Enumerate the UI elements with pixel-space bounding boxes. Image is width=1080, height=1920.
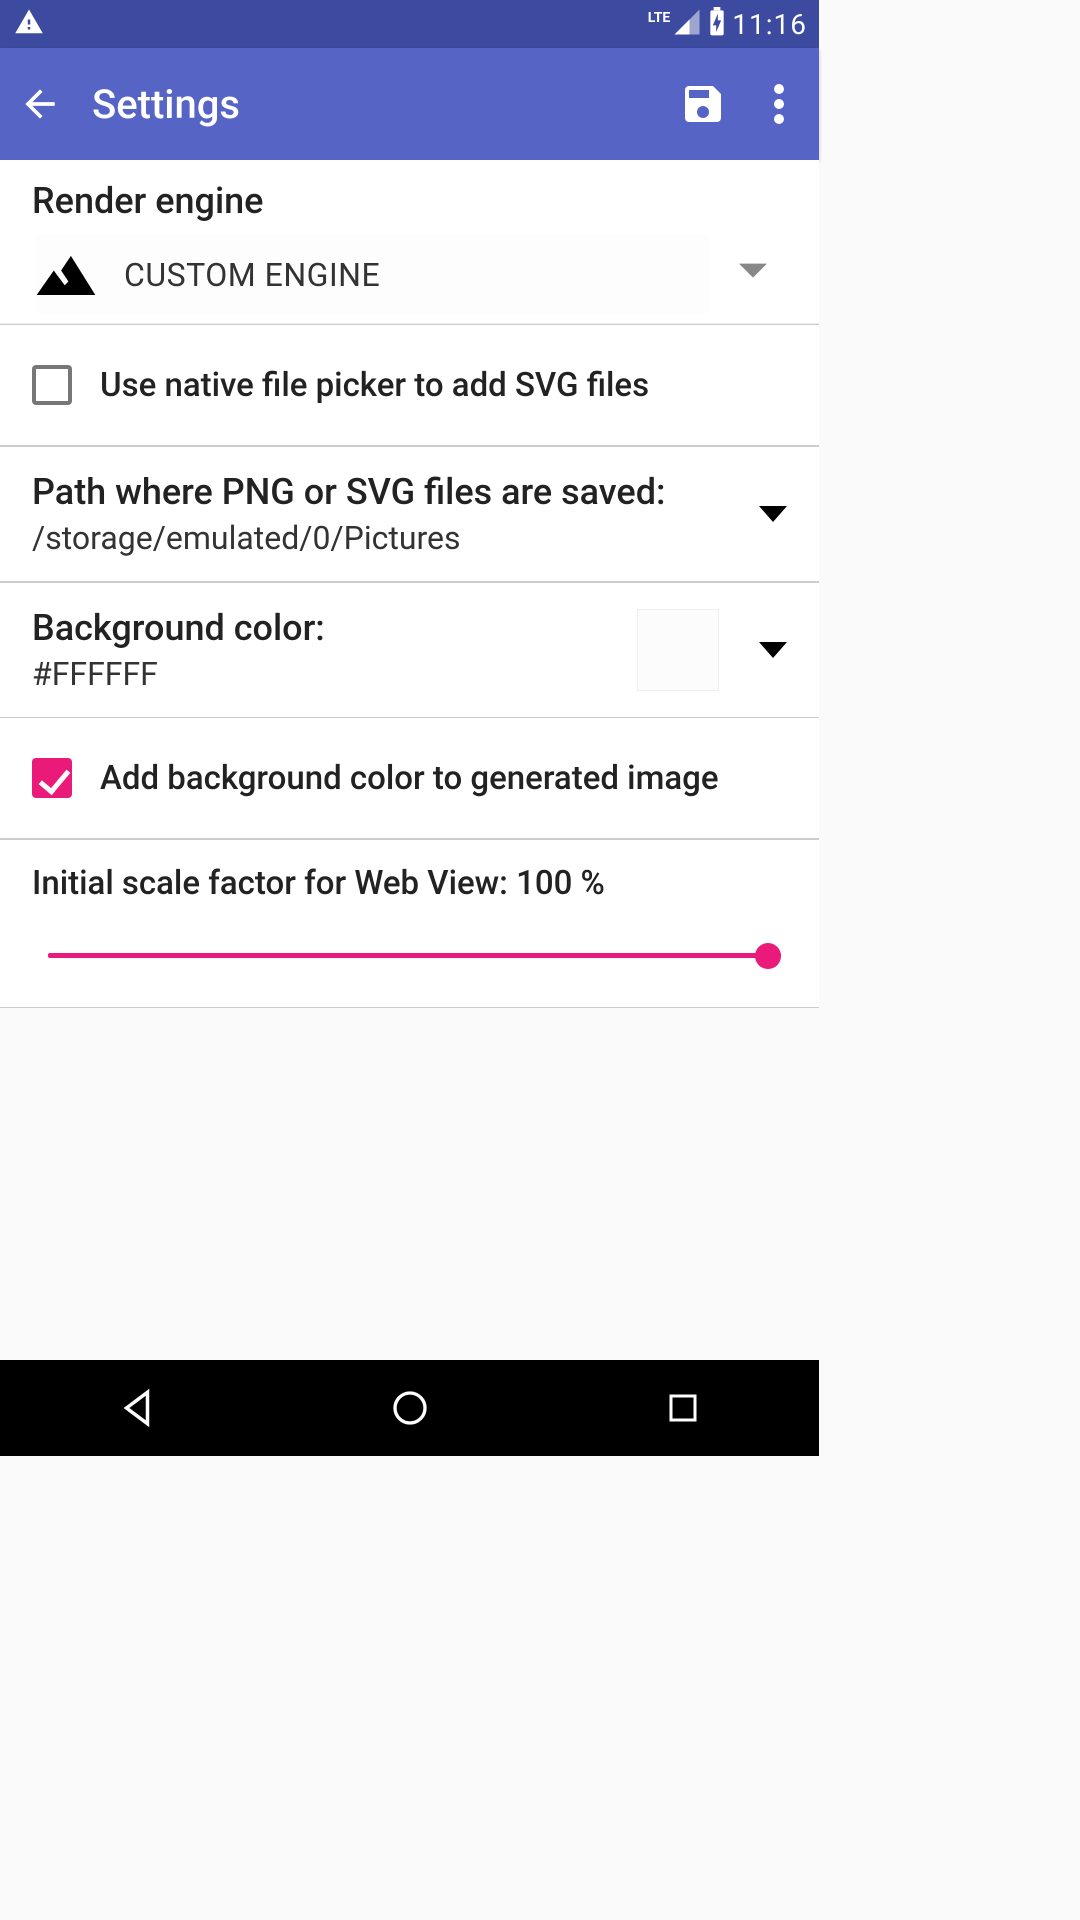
nav-recent-button[interactable] (623, 1378, 743, 1438)
save-path-row[interactable]: Path where PNG or SVG files are saved: /… (0, 446, 819, 582)
scale-slider-section: Initial scale factor for Web View: 100 % (0, 839, 819, 1008)
settings-content: Render engine CUSTOM ENGINE Use native f… (0, 160, 819, 1008)
save-button[interactable] (675, 76, 731, 132)
status-bar: LTE 11:16 (0, 0, 819, 48)
render-engine-value: CUSTOM ENGINE (124, 256, 380, 294)
back-button[interactable] (12, 76, 68, 132)
native-picker-label: Use native file picker to add SVG files (100, 366, 649, 405)
render-engine-dropdown[interactable]: CUSTOM ENGINE (0, 234, 819, 324)
background-color-title: Background color: (32, 607, 617, 649)
chevron-down-icon (759, 506, 787, 522)
lte-label: LTE (648, 10, 671, 26)
color-swatch (637, 609, 719, 691)
warning-icon (12, 7, 46, 41)
chevron-down-icon (739, 263, 767, 287)
background-color-value: #FFFFFF (32, 655, 617, 693)
navigation-bar (0, 1360, 819, 1456)
render-engine-section: Render engine CUSTOM ENGINE (0, 160, 819, 325)
battery-charging-icon (706, 7, 728, 41)
app-bar: Settings (0, 48, 819, 160)
nav-home-button[interactable] (350, 1378, 470, 1438)
add-bg-label: Add background color to generated image (100, 759, 719, 798)
page-title: Settings (92, 81, 655, 128)
save-path-value: /storage/emulated/0/Pictures (32, 519, 739, 557)
save-path-title: Path where PNG or SVG files are saved: (32, 471, 739, 513)
add-bg-checkbox-row[interactable]: Add background color to generated image (0, 718, 819, 839)
background-color-row[interactable]: Background color: #FFFFFF (0, 582, 819, 718)
nav-back-button[interactable] (77, 1378, 197, 1438)
add-bg-checkbox[interactable] (32, 758, 72, 798)
scale-slider[interactable] (48, 935, 781, 975)
native-picker-checkbox-row[interactable]: Use native file picker to add SVG files (0, 325, 819, 446)
scale-label: Initial scale factor for Web View: 100 % (32, 864, 787, 903)
native-picker-checkbox[interactable] (32, 365, 72, 405)
chevron-down-icon (759, 642, 787, 658)
slider-track (48, 953, 781, 958)
terrain-icon (36, 251, 96, 299)
signal-icon (672, 7, 702, 41)
slider-thumb[interactable] (755, 943, 781, 969)
overflow-menu-button[interactable] (751, 76, 807, 132)
render-engine-label: Render engine (0, 160, 819, 234)
status-time: 11:16 (732, 8, 807, 41)
